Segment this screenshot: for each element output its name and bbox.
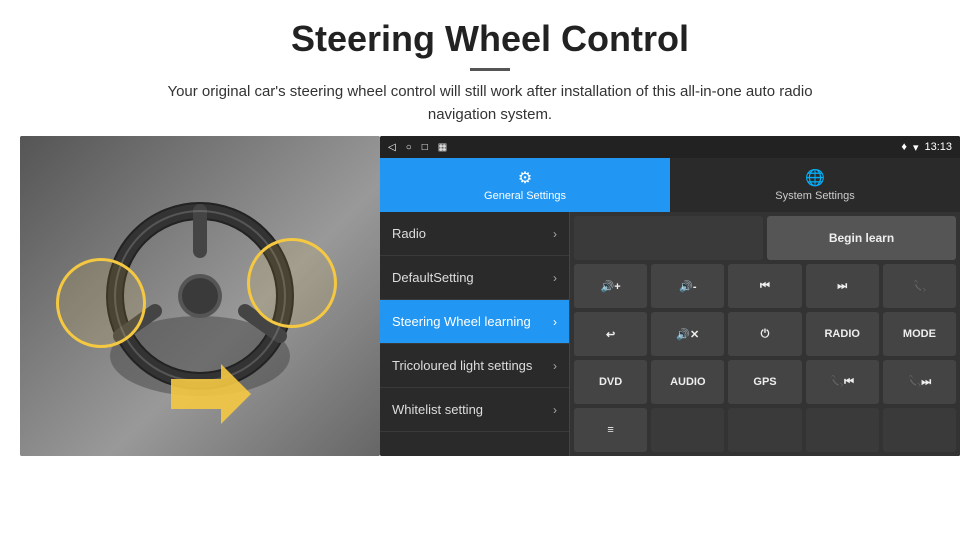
menu-default-label: DefaultSetting	[392, 270, 474, 285]
recent-icon[interactable]: □	[422, 142, 428, 153]
right-panel: Begin learn 🔊+ 🔊- ⏮ ⏭ 📞 ↩ 🔊✕ ⏻	[570, 212, 960, 456]
vol-down-button[interactable]: 🔊-	[651, 264, 724, 308]
call-end-button[interactable]: ↩	[574, 312, 647, 356]
tab-general[interactable]: ⚙ General Settings	[380, 158, 670, 212]
clock: 13:13	[924, 141, 952, 153]
car-background	[20, 136, 380, 456]
location-icon: ♦	[901, 141, 907, 153]
home-icon[interactable]: ○	[406, 142, 412, 153]
tab-system-label: System Settings	[775, 190, 854, 202]
tab-general-label: General Settings	[484, 190, 566, 202]
chevron-tricoloured-icon: ›	[553, 359, 557, 373]
menu-item-whitelist[interactable]: Whitelist setting ›	[380, 388, 569, 432]
empty-slot	[574, 216, 763, 260]
back-icon[interactable]: ◁	[388, 142, 396, 153]
btn-row-4: ≡	[574, 408, 956, 452]
main-content: Radio › DefaultSetting › Steering Wheel …	[380, 212, 960, 456]
phone-prev-button[interactable]: 📞⏮	[806, 360, 879, 404]
highlight-circle-left	[56, 258, 146, 348]
btn-row-0: Begin learn	[574, 216, 956, 260]
tab-system[interactable]: 🌐 System Settings	[670, 158, 960, 212]
radio-button[interactable]: RADIO	[806, 312, 879, 356]
header-section: Steering Wheel Control Your original car…	[0, 0, 980, 136]
subtitle: Your original car's steering wheel contr…	[150, 81, 830, 126]
vol-up-button[interactable]: 🔊+	[574, 264, 647, 308]
status-bar-right: ♦ ▾ 13:13	[901, 141, 952, 154]
menu-item-tricoloured[interactable]: Tricoloured light settings ›	[380, 344, 569, 388]
mute-button[interactable]: 🔊✕	[651, 312, 724, 356]
menu-steering-label: Steering Wheel learning	[392, 314, 531, 329]
empty-3	[728, 408, 801, 452]
dvd-button[interactable]: DVD	[574, 360, 647, 404]
left-menu: Radio › DefaultSetting › Steering Wheel …	[380, 212, 570, 456]
menu-item-steering[interactable]: Steering Wheel learning ›	[380, 300, 569, 344]
highlight-circle-right	[247, 238, 337, 328]
menu-item-radio[interactable]: Radio ›	[380, 212, 569, 256]
system-settings-icon: 🌐	[805, 168, 825, 188]
mode-button[interactable]: MODE	[883, 312, 956, 356]
power-button[interactable]: ⏻	[728, 312, 801, 356]
status-bar: ◁ ○ □ ▦ ♦ ▾ 13:13	[380, 136, 960, 158]
btn-row-2: ↩ 🔊✕ ⏻ RADIO MODE	[574, 312, 956, 356]
menu-whitelist-label: Whitelist setting	[392, 402, 483, 417]
chevron-whitelist-icon: ›	[553, 403, 557, 417]
next-track-button[interactable]: ⏭	[806, 264, 879, 308]
car-image	[20, 136, 380, 456]
arrow-svg	[171, 364, 251, 424]
empty-2	[651, 408, 724, 452]
screen-icon[interactable]: ▦	[438, 142, 447, 153]
wifi-icon: ▾	[913, 141, 919, 154]
phone-button[interactable]: 📞	[883, 264, 956, 308]
page-title: Steering Wheel Control	[60, 18, 920, 60]
general-settings-icon: ⚙	[518, 168, 532, 188]
android-panel: ◁ ○ □ ▦ ♦ ▾ 13:13 ⚙ General Settings	[380, 136, 960, 456]
menu-item-default[interactable]: DefaultSetting ›	[380, 256, 569, 300]
gps-button[interactable]: GPS	[728, 360, 801, 404]
prev-track-button[interactable]: ⏮	[728, 264, 801, 308]
menu-button[interactable]: ≡	[574, 408, 647, 452]
status-bar-left: ◁ ○ □ ▦	[388, 142, 447, 153]
empty-4	[806, 408, 879, 452]
btn-row-1: 🔊+ 🔊- ⏮ ⏭ 📞	[574, 264, 956, 308]
btn-row-3: DVD AUDIO GPS 📞⏮ 📞⏭	[574, 360, 956, 404]
page-wrapper: Steering Wheel Control Your original car…	[0, 0, 980, 549]
begin-learn-button[interactable]: Begin learn	[767, 216, 956, 260]
menu-radio-label: Radio	[392, 226, 426, 241]
tab-bar: ⚙ General Settings 🌐 System Settings	[380, 158, 960, 212]
chevron-steering-icon: ›	[553, 315, 557, 329]
chevron-default-icon: ›	[553, 271, 557, 285]
content-section: ◁ ○ □ ▦ ♦ ▾ 13:13 ⚙ General Settings	[0, 136, 980, 549]
audio-button[interactable]: AUDIO	[651, 360, 724, 404]
menu-tricoloured-label: Tricoloured light settings	[392, 358, 532, 373]
title-divider	[470, 68, 510, 71]
chevron-radio-icon: ›	[553, 227, 557, 241]
phone-next-button[interactable]: 📞⏭	[883, 360, 956, 404]
empty-5	[883, 408, 956, 452]
